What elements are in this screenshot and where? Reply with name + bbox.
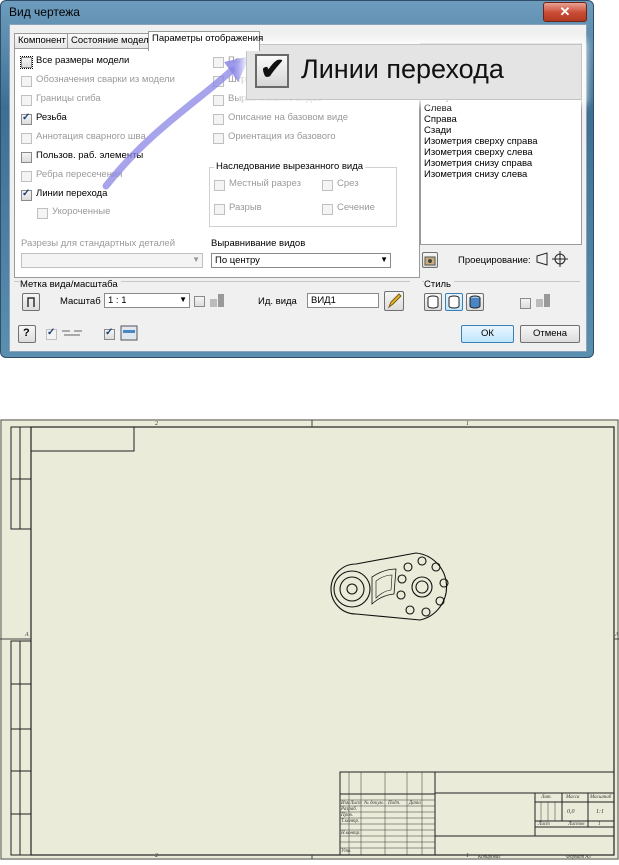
- tb-row-label: Утв.: [341, 849, 352, 854]
- tb-scale-value: 1:1: [596, 809, 604, 815]
- label-section: Сечение: [337, 202, 375, 213]
- checkbox-slice: [322, 180, 333, 191]
- checkbox-associative: [46, 327, 57, 340]
- tab-display-options[interactable]: Параметры отображения: [148, 31, 263, 51]
- list-item[interactable]: Изометрия сверху справа: [424, 136, 538, 147]
- tb-sheet-label: Лист: [538, 822, 550, 827]
- list-item[interactable]: Слева: [424, 103, 452, 114]
- scale-combo[interactable]: 1 : 1 ▼: [104, 293, 190, 308]
- zone-label: 1: [466, 853, 469, 859]
- tb-row-label: Т.контр.: [341, 819, 360, 824]
- projection-label: Проецирование:: [458, 255, 531, 266]
- tb-row-label: Разраб.: [341, 807, 358, 812]
- std-parts-combo: ▼: [21, 253, 203, 268]
- view-id-input[interactable]: ВИД1: [307, 293, 379, 308]
- cancel-button[interactable]: Отмена: [520, 325, 580, 343]
- ok-button[interactable]: ОК: [461, 325, 514, 343]
- alignment-combo[interactable]: По центру ▼: [211, 253, 391, 268]
- checkbox-scale-visibility[interactable]: [194, 296, 205, 307]
- label-slice: Срез: [337, 178, 359, 189]
- tb-col-label: Подп.: [388, 801, 401, 806]
- tb-row-label: Пров.: [341, 813, 354, 818]
- std-parts-label: Разрезы для стандартных деталей: [21, 238, 176, 249]
- checkbox-section: [322, 204, 333, 215]
- close-button[interactable]: ✕: [543, 2, 587, 22]
- zoom-checkbox: ✔: [255, 53, 289, 88]
- cylinder-shaded-icon: [469, 295, 481, 309]
- link-icon: [62, 330, 82, 336]
- check-icon: ✔: [260, 53, 286, 86]
- drawing-sheet: 2 1 2 1 A A Изм Лист № докум. Подп. Дата…: [0, 419, 619, 860]
- chevron-down-icon: ▼: [192, 255, 200, 264]
- chevron-down-icon: ▼: [380, 255, 388, 264]
- checkbox-foreshortened: [37, 208, 48, 219]
- tb-col-label: Лист: [350, 801, 362, 806]
- tb-sheets-label: Листов: [568, 822, 585, 827]
- zone-label: A: [25, 632, 29, 638]
- tb-sheets-value: 1: [598, 822, 601, 827]
- scale-label: Масштаб: [60, 296, 101, 307]
- zone-label: 1: [466, 421, 469, 427]
- label-scale-title: Метка вида/масштаба: [20, 279, 121, 290]
- view-id-label: Ид. вида: [258, 296, 297, 307]
- label-break: Разрыв: [229, 202, 262, 213]
- alignment-label: Выравнивание видов: [211, 238, 306, 249]
- tb-mass-value: 0,0: [567, 809, 575, 815]
- help-icon: ?: [23, 327, 30, 339]
- style-from-base-icon: [536, 294, 550, 307]
- zone-label: A: [615, 632, 619, 638]
- style-shaded-button[interactable]: [466, 293, 484, 311]
- tb-mass-label: Масса: [566, 795, 580, 800]
- view-label-button[interactable]: [22, 293, 40, 311]
- list-item[interactable]: Справа: [424, 114, 457, 125]
- drawing-sheet-graphic: [0, 419, 619, 860]
- list-item[interactable]: Сзади: [424, 125, 451, 136]
- cylinder-icon: [448, 295, 460, 309]
- tb-format-label: Формат A3: [566, 855, 591, 860]
- list-item[interactable]: Изометрия снизу слева: [424, 169, 527, 180]
- zone-label: 2: [155, 853, 158, 859]
- checkbox-break: [214, 204, 225, 215]
- chevron-down-icon: ▼: [179, 295, 187, 304]
- pencil-icon: [387, 293, 402, 309]
- cylinder-hidden-icon: [427, 295, 439, 309]
- style-title: Стиль: [424, 279, 455, 290]
- list-item[interactable]: Изометрия сверху слева: [424, 147, 533, 158]
- camera-icon: [424, 256, 436, 266]
- tb-scale-label: Масштаб: [590, 795, 612, 800]
- style-hidden-lines-button[interactable]: [424, 293, 442, 311]
- label-foreshortened: Укороченные: [52, 206, 111, 217]
- tb-col-label: Дата: [409, 801, 421, 806]
- checkbox-edit-view[interactable]: [104, 327, 115, 340]
- tb-lit-label: Лит.: [541, 795, 552, 800]
- list-item[interactable]: Изометрия снизу справа: [424, 158, 532, 169]
- style-visible-lines-button[interactable]: [445, 293, 463, 311]
- tb-copied-label: Копировал: [478, 855, 501, 860]
- scale-visibility-icon: [210, 294, 224, 307]
- label-icon: [27, 297, 35, 307]
- projection-symbol-icon[interactable]: [534, 250, 574, 268]
- edit-view-icon: [120, 325, 138, 341]
- custom-view-button[interactable]: [422, 252, 438, 268]
- zoom-callout: ✔ Линии перехода: [246, 44, 582, 100]
- checkbox-style-from-base[interactable]: [520, 298, 531, 309]
- edit-view-label-button[interactable]: [384, 291, 404, 311]
- tb-col-label: Изм: [341, 801, 350, 806]
- tb-col-label: № докум.: [364, 801, 384, 806]
- help-button[interactable]: ?: [18, 325, 36, 343]
- callout-arrow: [102, 56, 250, 190]
- tb-row-label: Н.контр.: [341, 831, 361, 836]
- zoom-label: Линии перехода: [301, 54, 504, 84]
- zone-label: 2: [155, 421, 158, 427]
